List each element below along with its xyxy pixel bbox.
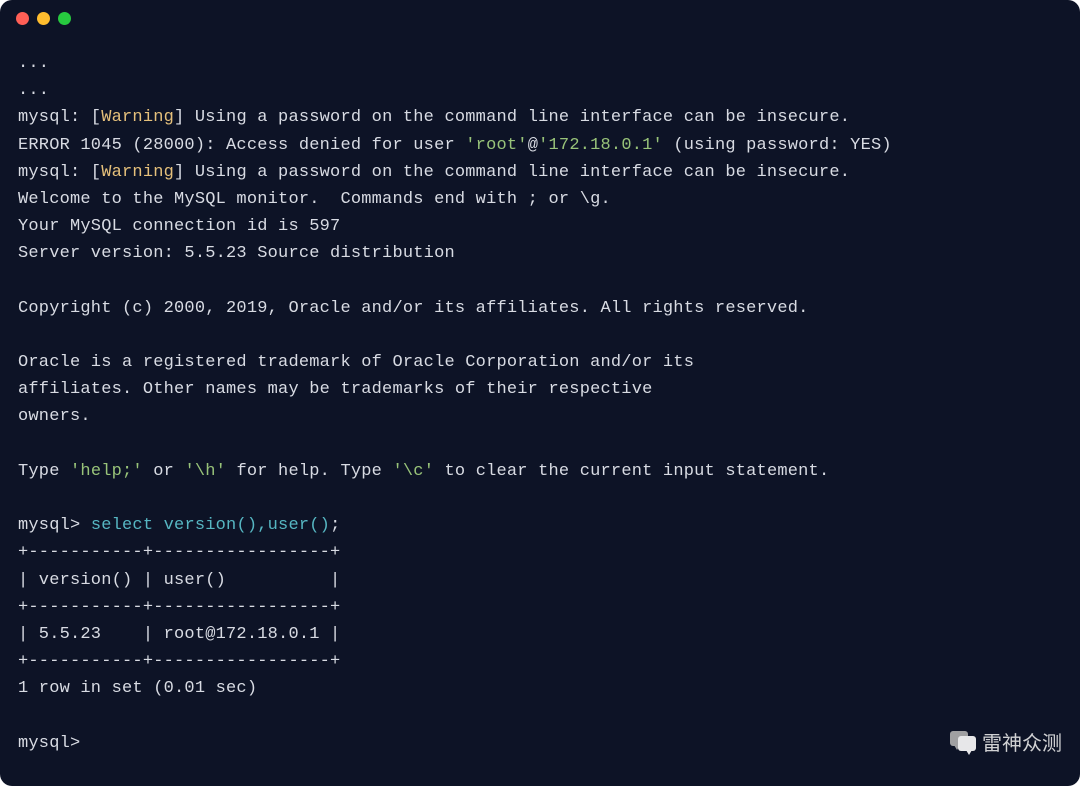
warning-label: Warning	[101, 163, 174, 182]
terminal-output[interactable]: ... ... mysql: [Warning] Using a passwor…	[0, 36, 1080, 775]
output-line: ...	[18, 81, 49, 100]
output-line: Oracle is a registered trademark of Orac…	[18, 353, 694, 372]
prompt: mysql>	[18, 516, 91, 535]
result-summary: 1 row in set (0.01 sec)	[18, 679, 257, 698]
title-bar	[0, 0, 1080, 36]
text: mysql: [	[18, 163, 101, 182]
text: or	[143, 462, 185, 481]
string-literal: '\c'	[392, 462, 434, 481]
prompt: mysql>	[18, 734, 80, 753]
watermark-text: 雷神众测	[982, 727, 1062, 756]
warning-label: Warning	[101, 108, 174, 127]
minimize-icon[interactable]	[37, 12, 50, 25]
table-border: +-----------+-----------------+	[18, 598, 340, 617]
maximize-icon[interactable]	[58, 12, 71, 25]
output-line: owners.	[18, 407, 91, 426]
text: mysql: [	[18, 108, 101, 127]
text: (using password: YES)	[663, 136, 892, 155]
text: ;	[330, 516, 340, 535]
text: for help. Type	[226, 462, 392, 481]
string-literal: 'help;'	[70, 462, 143, 481]
user-literal: 'root'	[465, 136, 527, 155]
text: Type	[18, 462, 70, 481]
table-row: | 5.5.23 | root@172.18.0.1 |	[18, 625, 340, 644]
output-line: Copyright (c) 2000, 2019, Oracle and/or …	[18, 299, 809, 318]
watermark: 雷神众测	[950, 727, 1062, 756]
host-literal: '172.18.0.1'	[538, 136, 663, 155]
output-line: ERROR 1045 (28000): Access denied for us…	[18, 136, 892, 155]
terminal-window: ... ... mysql: [Warning] Using a passwor…	[0, 0, 1080, 786]
string-literal: '\h'	[184, 462, 226, 481]
output-line: Your MySQL connection id is 597	[18, 217, 340, 236]
table-header: | version() | user() |	[18, 571, 340, 590]
output-line: Welcome to the MySQL monitor. Commands e…	[18, 190, 611, 209]
output-line: mysql: [Warning] Using a password on the…	[18, 163, 850, 182]
close-icon[interactable]	[16, 12, 29, 25]
text	[153, 516, 163, 535]
sql-function: version(),user()	[164, 516, 330, 535]
output-line: Server version: 5.5.23 Source distributi…	[18, 244, 455, 263]
output-line: ...	[18, 54, 49, 73]
output-line: mysql: [Warning] Using a password on the…	[18, 108, 850, 127]
output-line: Type 'help;' or '\h' for help. Type '\c'…	[18, 462, 829, 481]
output-line: affiliates. Other names may be trademark…	[18, 380, 653, 399]
wechat-icon	[950, 731, 976, 753]
text: to clear the current input statement.	[434, 462, 829, 481]
text: ERROR 1045 (28000): Access denied for us…	[18, 136, 465, 155]
table-border: +-----------+-----------------+	[18, 543, 340, 562]
prompt-line: mysql> select version(),user();	[18, 516, 340, 535]
text: ] Using a password on the command line i…	[174, 108, 850, 127]
table-border: +-----------+-----------------+	[18, 652, 340, 671]
sql-keyword: select	[91, 516, 153, 535]
text: @	[528, 136, 538, 155]
text: ] Using a password on the command line i…	[174, 163, 850, 182]
